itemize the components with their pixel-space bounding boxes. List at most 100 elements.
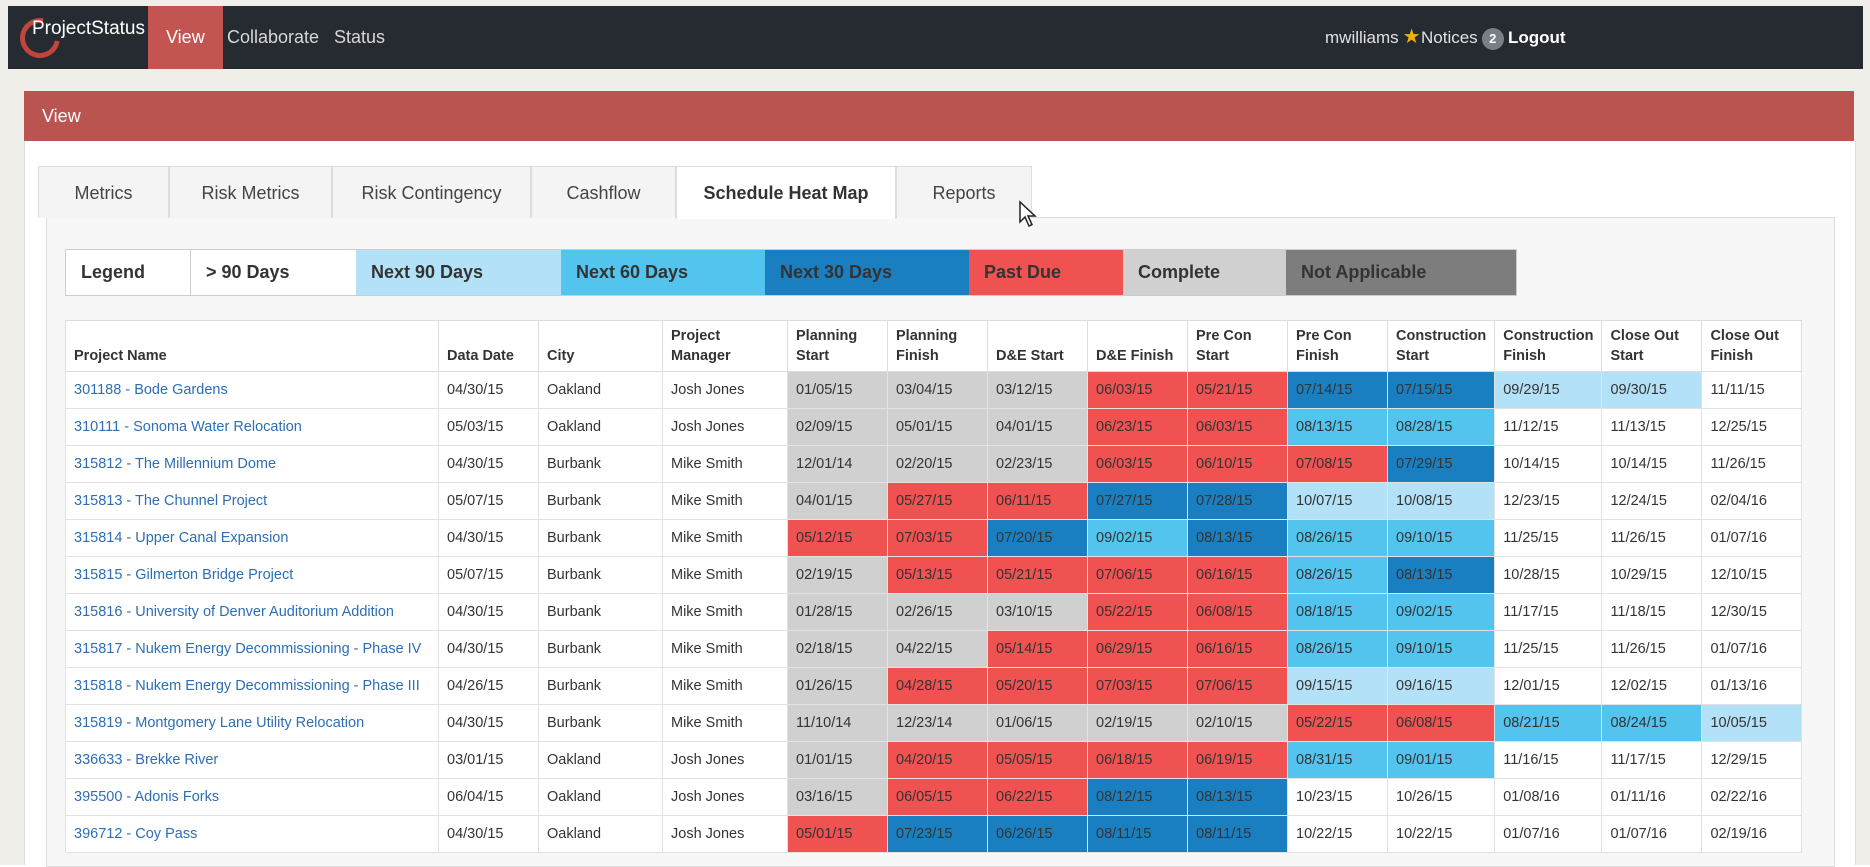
- schedule-date-cell: 08/11/15: [1187, 815, 1288, 853]
- schedule-date-cell: 09/15/15: [1287, 667, 1388, 705]
- schedule-date-cell: 09/29/15: [1494, 371, 1603, 409]
- schedule-date-cell: 12/01/15: [1494, 667, 1603, 705]
- data-date-cell: 05/07/15: [438, 482, 539, 520]
- schedule-date-cell: 05/22/15: [1287, 704, 1388, 742]
- schedule-date-cell: 03/16/15: [787, 778, 888, 816]
- schedule-date-cell: 12/29/15: [1701, 741, 1803, 779]
- schedule-date-cell: 08/13/15: [1187, 519, 1288, 557]
- schedule-date-cell: 06/19/15: [1187, 741, 1288, 779]
- legend-next-30-days: Next 30 Days: [765, 250, 969, 295]
- project-name-link[interactable]: 336633 - Brekke River: [65, 741, 439, 779]
- project-name-link[interactable]: 395500 - Adonis Forks: [65, 778, 439, 816]
- city-cell: Oakland: [538, 815, 663, 853]
- schedule-date-cell: 08/12/15: [1087, 778, 1188, 816]
- col-construction-start[interactable]: Construction Start: [1386, 320, 1496, 372]
- notices-link[interactable]: Notices 2: [1421, 6, 1504, 69]
- schedule-heat-map-table: Project Name Data Date City Project Mana…: [65, 320, 1803, 853]
- project-manager-cell: Mike Smith: [662, 630, 788, 668]
- col-construction-finish[interactable]: Construction Finish: [1494, 320, 1603, 372]
- project-name-link[interactable]: 315819 - Montgomery Lane Utility Relocat…: [65, 704, 439, 742]
- schedule-date-cell: 06/03/15: [1087, 371, 1188, 409]
- project-name-link[interactable]: 310111 - Sonoma Water Relocation: [65, 408, 439, 446]
- table-row: 336633 - Brekke River 03/01/15 Oakland Josh…: [65, 741, 1803, 779]
- schedule-date-cell: 06/11/15: [987, 482, 1088, 520]
- schedule-date-cell: 05/21/15: [987, 556, 1088, 594]
- data-date-cell: 06/04/15: [438, 778, 539, 816]
- city-cell: Oakland: [538, 778, 663, 816]
- col-de-finish[interactable]: D&E Finish: [1087, 320, 1188, 372]
- schedule-date-cell: 02/19/15: [787, 556, 888, 594]
- schedule-date-cell: 01/07/16: [1701, 630, 1803, 668]
- table-row: 315815 - Gilmerton Bridge Project 05/07/1…: [65, 556, 1803, 594]
- project-name-link[interactable]: 315816 - University of Denver Auditorium…: [65, 593, 439, 631]
- user-menu[interactable]: mwilliams ★: [1325, 6, 1421, 69]
- notices-label: Notices: [1421, 28, 1478, 47]
- city-cell: Oakland: [538, 371, 663, 409]
- schedule-date-cell: 06/16/15: [1187, 556, 1288, 594]
- tab-risk-contingency[interactable]: Risk Contingency: [332, 166, 531, 218]
- col-pre-con-start[interactable]: Pre Con Start: [1187, 320, 1288, 372]
- logout-link[interactable]: Logout: [1508, 6, 1566, 69]
- col-de-start[interactable]: D&E Start: [987, 320, 1088, 372]
- schedule-date-cell: 11/13/15: [1601, 408, 1703, 446]
- tab-metrics[interactable]: Metrics: [38, 166, 169, 218]
- project-name-link[interactable]: 315813 - The Chunnel Project: [65, 482, 439, 520]
- schedule-date-cell: 06/10/15: [1187, 445, 1288, 483]
- legend-next-60-days: Next 60 Days: [561, 250, 765, 295]
- col-project-manager[interactable]: Project Manager: [662, 320, 788, 372]
- project-name-link[interactable]: 301188 - Bode Gardens: [65, 371, 439, 409]
- schedule-date-cell: 10/22/15: [1287, 815, 1388, 853]
- schedule-date-cell: 09/10/15: [1386, 519, 1496, 557]
- project-name-link[interactable]: 315817 - Nukem Energy Decommissioning - …: [65, 630, 439, 668]
- table-row: 315819 - Montgomery Lane Utility Relocat…: [65, 704, 1803, 742]
- col-close-out-start[interactable]: Close Out Start: [1601, 320, 1703, 372]
- schedule-date-cell: 06/22/15: [987, 778, 1088, 816]
- tab-risk-metrics[interactable]: Risk Metrics: [169, 166, 332, 218]
- schedule-date-cell: 12/25/15: [1701, 408, 1803, 446]
- project-manager-cell: Mike Smith: [662, 556, 788, 594]
- schedule-date-cell: 11/11/15: [1701, 371, 1803, 409]
- schedule-date-cell: 11/26/15: [1601, 519, 1703, 557]
- schedule-date-cell: 12/01/14: [787, 445, 888, 483]
- project-name-link[interactable]: 315818 - Nukem Energy Decommissioning - …: [65, 667, 439, 705]
- col-planning-finish[interactable]: Planning Finish: [887, 320, 988, 372]
- schedule-date-cell: 08/13/15: [1187, 778, 1288, 816]
- col-close-out-finish[interactable]: Close Out Finish: [1701, 320, 1803, 372]
- project-manager-cell: Mike Smith: [662, 667, 788, 705]
- table-row: 315813 - The Chunnel Project 05/07/15 Burb…: [65, 482, 1803, 520]
- schedule-date-cell: 06/26/15: [987, 815, 1088, 853]
- table-row: 301188 - Bode Gardens 04/30/15 Oakland Josh…: [65, 371, 1803, 409]
- project-name-link[interactable]: 315812 - The Millennium Dome: [65, 445, 439, 483]
- brand-name[interactable]: ProjectStatus: [32, 18, 145, 40]
- data-date-cell: 04/30/15: [438, 371, 539, 409]
- schedule-date-cell: 07/28/15: [1187, 482, 1288, 520]
- project-name-link[interactable]: 315814 - Upper Canal Expansion: [65, 519, 439, 557]
- col-planning-start[interactable]: Planning Start: [787, 320, 888, 372]
- nav-status[interactable]: Status: [316, 6, 403, 69]
- schedule-date-cell: 07/06/15: [1187, 667, 1288, 705]
- schedule-date-cell: 03/04/15: [887, 371, 988, 409]
- mouse-cursor-icon: [1019, 200, 1037, 228]
- tab-reports[interactable]: Reports: [896, 166, 1032, 218]
- project-name-link[interactable]: 396712 - Coy Pass: [65, 815, 439, 853]
- schedule-date-cell: 08/26/15: [1287, 630, 1388, 668]
- table-row: 315817 - Nukem Energy Decommissioning - …: [65, 630, 1803, 668]
- col-project-name[interactable]: Project Name: [65, 320, 439, 372]
- schedule-date-cell: 08/28/15: [1386, 408, 1496, 446]
- schedule-date-cell: 07/29/15: [1386, 445, 1496, 483]
- tab-schedule-heat-map[interactable]: Schedule Heat Map: [676, 166, 896, 219]
- col-data-date[interactable]: Data Date: [438, 320, 539, 372]
- schedule-date-cell: 01/06/15: [987, 704, 1088, 742]
- col-pre-con-finish[interactable]: Pre Con Finish: [1287, 320, 1388, 372]
- schedule-date-cell: 10/23/15: [1287, 778, 1388, 816]
- table-row: 315812 - The Millennium Dome 04/30/15 Burb…: [65, 445, 1803, 483]
- schedule-date-cell: 07/08/15: [1287, 445, 1388, 483]
- project-name-link[interactable]: 315815 - Gilmerton Bridge Project: [65, 556, 439, 594]
- schedule-date-cell: 02/22/16: [1701, 778, 1803, 816]
- tab-cashflow[interactable]: Cashflow: [531, 166, 676, 218]
- table-row: 315814 - Upper Canal Expansion 04/30/15 Bu…: [65, 519, 1803, 557]
- schedule-date-cell: 10/07/15: [1287, 482, 1388, 520]
- schedule-date-cell: 02/09/15: [787, 408, 888, 446]
- col-city[interactable]: City: [538, 320, 663, 372]
- city-cell: Oakland: [538, 408, 663, 446]
